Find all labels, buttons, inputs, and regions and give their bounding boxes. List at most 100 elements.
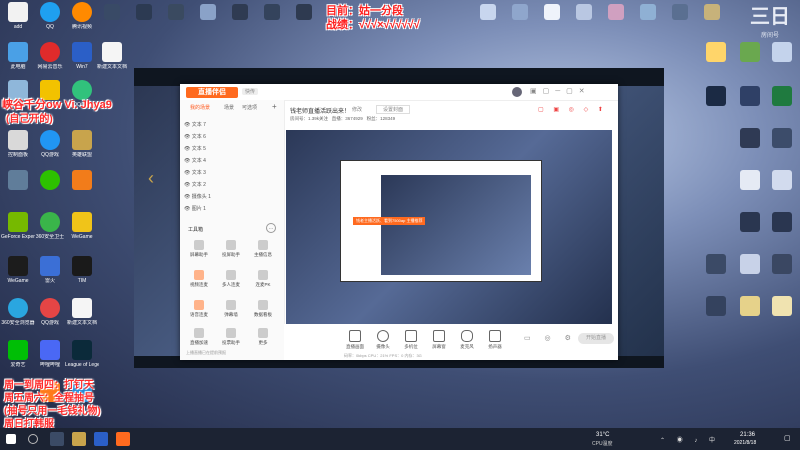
notification-icon[interactable]: ▢	[784, 434, 791, 442]
wechat-icon[interactable]	[40, 170, 60, 190]
desktop-icon[interactable]	[740, 254, 760, 274]
text-file-icon[interactable]	[102, 42, 122, 62]
desktop-icon[interactable]	[480, 4, 496, 20]
lol-icon[interactable]	[72, 340, 92, 360]
scene-item[interactable]: 👁 摄像头 1	[184, 192, 278, 202]
tim-icon[interactable]	[72, 256, 92, 276]
lol-icon[interactable]	[706, 86, 726, 106]
add-icon[interactable]: +	[272, 102, 277, 111]
desktop-icon[interactable]	[576, 4, 592, 20]
wegame-icon[interactable]	[8, 256, 28, 276]
desktop-icon[interactable]	[706, 296, 726, 316]
desktop-icon[interactable]	[772, 128, 792, 148]
desktop-icon[interactable]	[672, 4, 688, 20]
taskbar-app-icon[interactable]	[94, 432, 108, 446]
tool-item[interactable]: 语音连麦	[184, 300, 214, 326]
tool-item[interactable]: 视频连麦	[184, 270, 214, 296]
multi-camera-button[interactable]: 多机位	[398, 330, 424, 350]
desktop-icon[interactable]	[740, 212, 760, 232]
tool-item[interactable]: 多人连麦	[216, 270, 246, 296]
scene-item[interactable]: 👁 文本 2	[184, 180, 278, 190]
browser-icon[interactable]	[8, 298, 28, 318]
scene-item[interactable]: 👁 图片 1	[184, 204, 278, 214]
desktop-icon[interactable]	[772, 170, 792, 190]
computer-icon[interactable]	[8, 42, 28, 62]
tab-scenes[interactable]: 场景	[224, 104, 234, 111]
360-icon[interactable]	[40, 212, 60, 232]
cover-button[interactable]: 设置封面	[376, 105, 411, 114]
taskbar-app-icon[interactable]	[50, 432, 64, 446]
qq-game-icon[interactable]	[40, 298, 60, 318]
desktop-icon[interactable]	[104, 4, 120, 20]
tab-options[interactable]: 可选项	[242, 104, 257, 111]
qq-icon[interactable]	[40, 2, 60, 22]
taskbar-app-icon[interactable]	[72, 432, 86, 446]
desktop-icon[interactable]	[296, 4, 312, 20]
stream-preview[interactable]: 钱老主播活跃、看到7500ap 主播推荐	[286, 130, 612, 326]
tab-my-scenes[interactable]: 我的场景	[190, 104, 210, 111]
camera-button[interactable]: 摄像头	[370, 330, 396, 350]
tool-item[interactable]: 屏幕助手	[184, 240, 214, 266]
scene-item[interactable]: 👁 文本 7	[184, 120, 278, 130]
scene-item[interactable]: 👁 文本 3	[184, 168, 278, 178]
tool-item[interactable]: 主播信息	[248, 240, 278, 266]
taskbar-app-icon[interactable]	[116, 432, 130, 446]
wallpaper-icon[interactable]	[772, 42, 792, 62]
geforce-icon[interactable]	[8, 212, 28, 232]
chevron-left-icon[interactable]: ‹	[148, 168, 154, 189]
avatar[interactable]	[512, 87, 522, 97]
lol-icon[interactable]	[72, 130, 92, 150]
desktop-icon[interactable]	[512, 4, 528, 20]
folder-icon[interactable]	[706, 42, 726, 62]
desktop-icon[interactable]	[264, 4, 280, 20]
desktop-icon[interactable]	[232, 4, 248, 20]
toolbox-more-icon[interactable]: …	[266, 223, 276, 233]
desktop-icon[interactable]	[168, 4, 184, 20]
scene-item[interactable]: 👁 文本 4	[184, 156, 278, 166]
tool-item[interactable]: 投屏助手	[216, 240, 246, 266]
leihuo-icon[interactable]	[40, 256, 60, 276]
excel-icon[interactable]	[772, 86, 792, 106]
desktop-icon[interactable]	[772, 296, 792, 316]
start-live-button[interactable]: 开始直播	[578, 333, 614, 344]
edit-link[interactable]: 修改	[352, 106, 362, 113]
desktop-icon[interactable]	[136, 4, 152, 20]
live-screen-button[interactable]: 直播画面	[342, 330, 368, 350]
tencent-video-icon[interactable]	[72, 2, 92, 22]
control-panel-icon[interactable]	[8, 130, 28, 150]
scene-item[interactable]: 👁 文本 6	[184, 132, 278, 142]
desktop-icon[interactable]	[740, 296, 760, 316]
desktop-icon[interactable]	[740, 128, 760, 148]
tool-item[interactable]: 连麦PK	[248, 270, 278, 296]
desktop-icon[interactable]	[772, 212, 792, 232]
desktop-icon[interactable]	[704, 4, 720, 20]
search-icon[interactable]	[28, 434, 38, 444]
win7-icon[interactable]	[72, 42, 92, 62]
minecraft-icon[interactable]	[740, 42, 760, 62]
iqiyi-icon[interactable]	[8, 340, 28, 360]
wegame-icon[interactable]	[72, 212, 92, 232]
qq-game-icon[interactable]	[40, 130, 60, 150]
desktop-icon[interactable]	[740, 170, 760, 190]
camera-icon[interactable]	[8, 170, 28, 190]
desktop-icon[interactable]	[608, 4, 624, 20]
netease-music-icon[interactable]	[40, 42, 60, 62]
desktop-icon[interactable]	[200, 4, 216, 20]
tool-item[interactable]: 更多	[248, 328, 278, 354]
scene-item[interactable]: 👁 文本 5	[184, 144, 278, 154]
speaker-button[interactable]: 扬声器	[482, 330, 508, 350]
desktop-icon[interactable]	[706, 254, 726, 274]
tool-item[interactable]: 弹幕墙	[216, 300, 246, 326]
desktop-icon[interactable]	[772, 254, 792, 274]
screen-window-button[interactable]: 屏幕窗	[426, 330, 452, 350]
game-icon[interactable]	[72, 170, 92, 190]
text-file-icon[interactable]	[72, 298, 92, 318]
desktop-icon[interactable]	[640, 4, 656, 20]
bilibili-icon[interactable]	[40, 340, 60, 360]
tool-item[interactable]: 数据看板	[248, 300, 278, 326]
microphone-button[interactable]: 麦克风	[454, 330, 480, 350]
start-icon[interactable]	[6, 434, 16, 444]
desktop-icon[interactable]	[8, 2, 28, 22]
desktop-icon[interactable]	[544, 4, 560, 20]
desktop-icon[interactable]	[740, 86, 760, 106]
